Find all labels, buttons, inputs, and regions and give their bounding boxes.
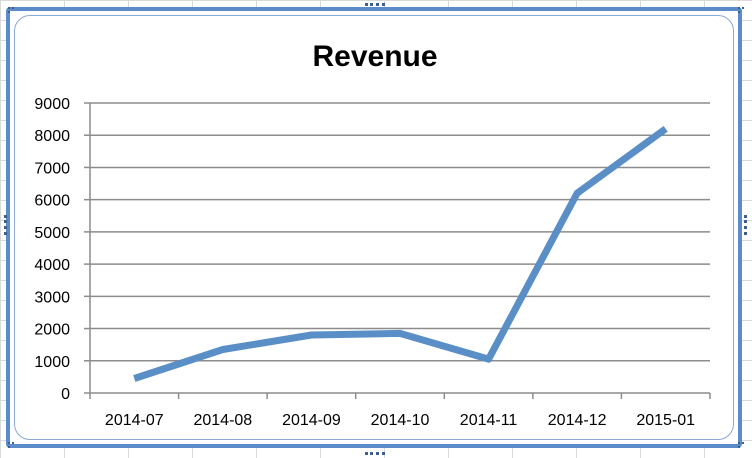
x-axis-tick-labels: 2014-07 2014-08 2014-09 2014-10 2014-11 2014-… [105, 412, 695, 429]
x-tick-label: 2014-12 [548, 412, 607, 429]
gridlines [90, 102, 710, 362]
x-tick-label: 2014-07 [105, 412, 164, 429]
axes [84, 102, 711, 399]
y-tick-label: 1000 [34, 354, 70, 371]
x-tick-label: 2015-01 [636, 412, 695, 429]
line-chart: Revenue 0 1000 2000 3000 4000 5000 6000 7000 800… [34, 40, 711, 429]
x-tick-label: 2014-11 [460, 412, 518, 429]
x-tick-label: 2014-10 [371, 412, 430, 429]
chart-title: Revenue [312, 40, 437, 73]
y-tick-label: 5000 [34, 225, 70, 242]
y-tick-label: 3000 [34, 289, 70, 306]
y-axis-tick-labels: 0 1000 2000 3000 4000 5000 6000 7000 8000 9000 [34, 96, 70, 403]
y-tick-label: 6000 [34, 193, 70, 210]
y-tick-label: 4000 [34, 257, 70, 274]
x-tick-label: 2014-08 [193, 412, 252, 429]
y-tick-label: 2000 [34, 322, 70, 339]
y-tick-label: 0 [61, 386, 70, 403]
y-tick-label: 7000 [34, 160, 70, 177]
y-tick-label: 8000 [34, 128, 70, 145]
series-line-0 [133, 125, 668, 382]
y-tick-label: 9000 [34, 96, 70, 113]
series-layer [133, 125, 668, 382]
x-tick-label: 2014-09 [282, 412, 341, 429]
